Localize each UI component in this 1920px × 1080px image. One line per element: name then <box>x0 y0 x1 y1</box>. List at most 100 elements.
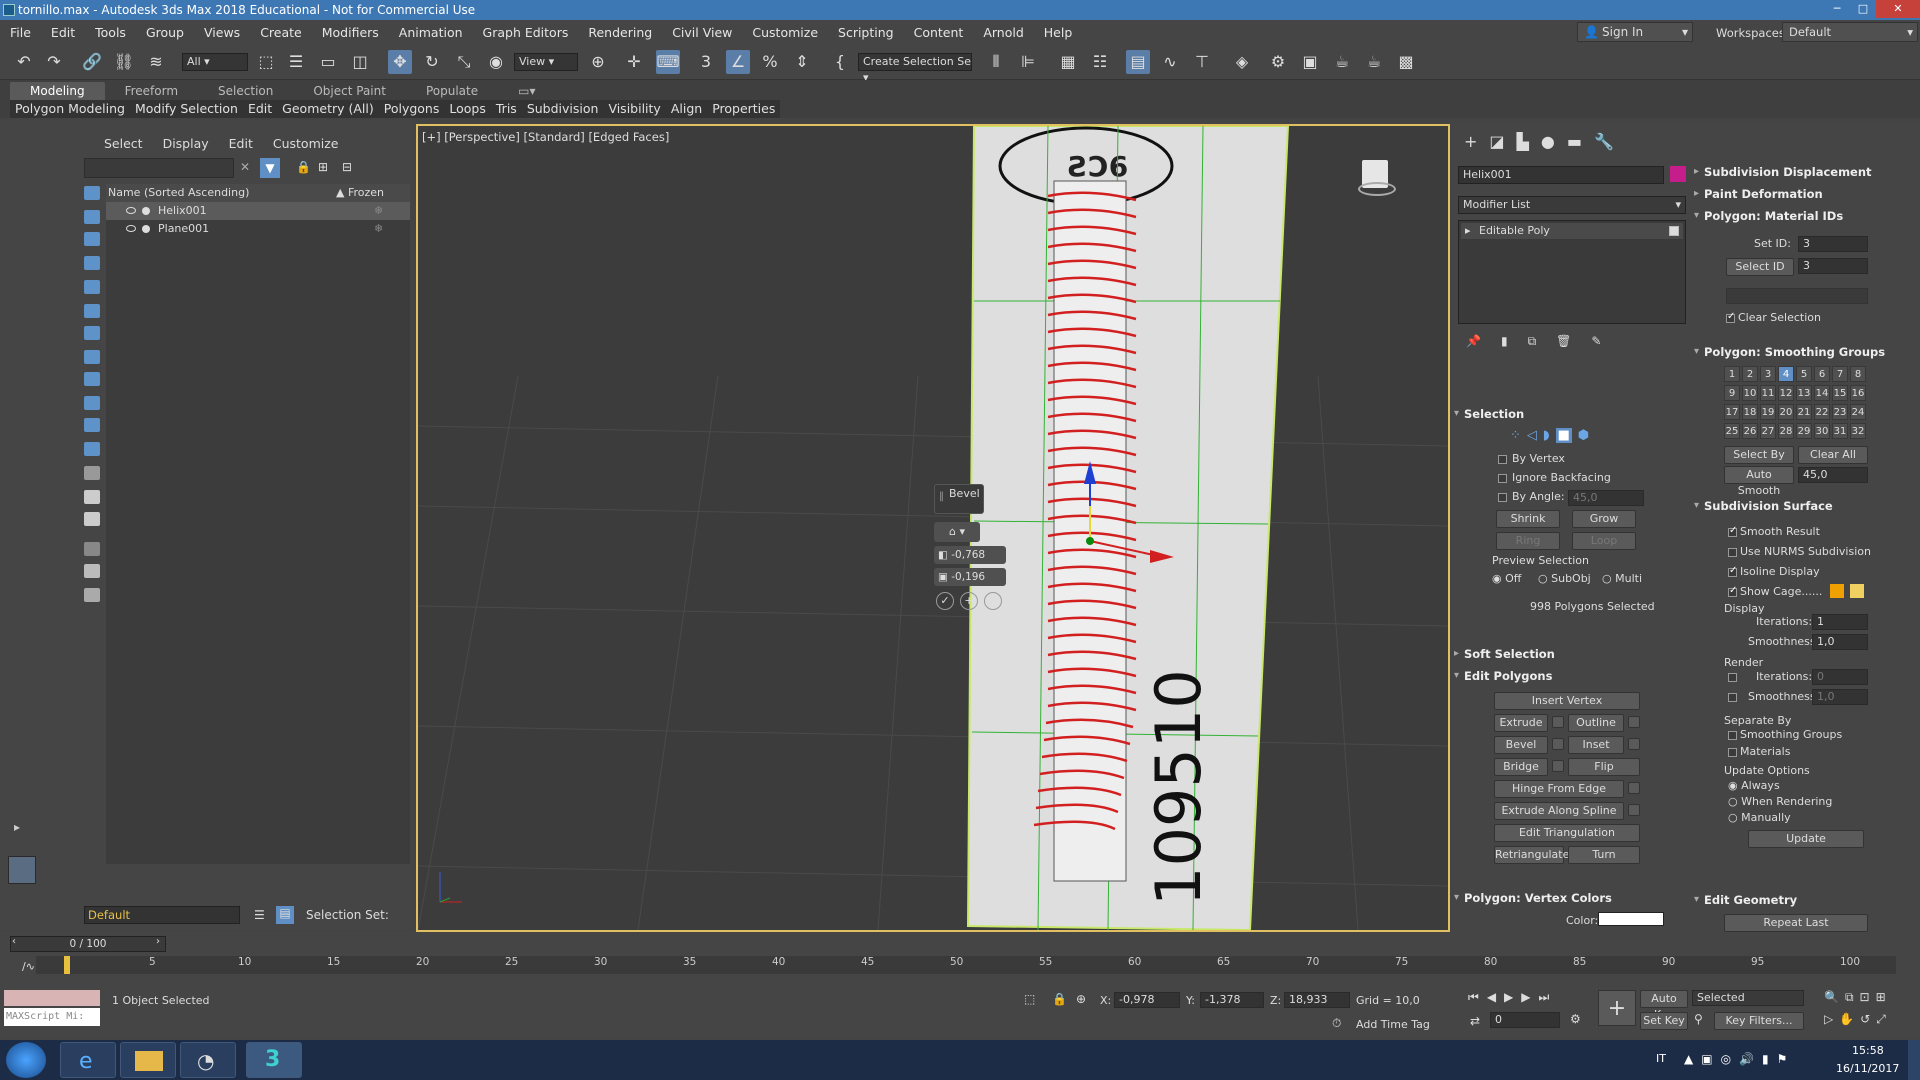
sign-in-dropdown[interactable]: 👤 Sign In ▾ <box>1577 22 1693 42</box>
bevel-outline-spinner[interactable]: ▣ -0,196 <box>934 568 1006 586</box>
object-name-field[interactable]: Helix001 <box>1458 166 1664 184</box>
hierarchy-collapse-icon[interactable]: ⊟ <box>342 160 352 174</box>
material-ids-header[interactable]: Polygon: Material IDs <box>1694 206 1916 226</box>
orbit-icon[interactable]: ↺ <box>1860 1012 1870 1027</box>
zoom-extents-icon[interactable]: ⊡ <box>1860 990 1870 1005</box>
smoothing-group-18-button[interactable]: 18 <box>1742 404 1758 420</box>
smoothing-group-31-button[interactable]: 31 <box>1832 423 1848 439</box>
viewcube-compass-ring[interactable] <box>1358 182 1396 196</box>
display-cameras-icon[interactable] <box>84 256 100 270</box>
smoothing-group-22-button[interactable]: 22 <box>1814 404 1830 420</box>
display-spacewarps-icon[interactable] <box>84 304 100 318</box>
display-iterations-spinner[interactable]: 1 <box>1812 614 1868 630</box>
3ds-max-taskbar-icon[interactable]: 3 <box>246 1042 302 1078</box>
x-coord-field[interactable]: -0,978 <box>1114 992 1180 1008</box>
edit-polygons-rollout-header[interactable]: Edit Polygons <box>1454 666 1690 686</box>
next-frame-icon[interactable]: ▶ <box>1521 990 1530 1005</box>
prev-frame-icon[interactable]: ‹ <box>12 936 16 947</box>
edit-triangulation-button[interactable]: Edit Triangulation <box>1494 824 1640 842</box>
menu-arnold[interactable]: Arnold <box>973 25 1033 40</box>
element-mode-icon[interactable]: ⬢ <box>1578 428 1589 443</box>
smoothing-group-1-button[interactable]: 1 <box>1724 366 1740 382</box>
bind-spacewarp-icon[interactable]: ≋ <box>144 50 168 74</box>
workspace-select[interactable]: Default ▾ <box>1782 22 1918 42</box>
scene-menu-edit[interactable]: Edit <box>219 136 263 151</box>
curve-editor-icon[interactable]: ∿ <box>1158 50 1182 74</box>
display-frozen-icon[interactable] <box>84 418 100 432</box>
media-player-icon[interactable]: ◔ <box>180 1042 236 1078</box>
link-icon[interactable]: 🔗 <box>80 50 104 74</box>
maximize-button[interactable]: □ <box>1850 0 1876 18</box>
repeat-last-button[interactable]: Repeat Last <box>1724 914 1868 932</box>
clock-time[interactable]: 15:58 <box>1852 1044 1884 1057</box>
align-icon[interactable]: ⊫ <box>1016 50 1040 74</box>
smoothing-group-14-button[interactable]: 14 <box>1814 385 1830 401</box>
display-none-icon[interactable] <box>84 490 100 504</box>
smoothing-group-2-button[interactable]: 2 <box>1742 366 1758 382</box>
layer-select[interactable]: Default <box>84 906 240 924</box>
auto-smooth-button[interactable]: Auto Smooth <box>1724 466 1794 497</box>
scene-search-input[interactable] <box>84 158 234 178</box>
bevel-type-select[interactable]: ⌂ ▾ <box>934 522 980 542</box>
pan-view-icon[interactable]: ✋ <box>1839 1012 1854 1027</box>
selection-filter-select[interactable]: All ▾ <box>182 53 248 71</box>
display-bones-icon[interactable] <box>84 372 100 386</box>
display-containers-icon[interactable] <box>84 396 100 410</box>
ribbon-tab-populate[interactable]: Populate <box>406 82 498 100</box>
ribbon-options-icon[interactable]: ▭▾ <box>498 82 555 100</box>
extrude-button[interactable]: Extrude <box>1494 714 1548 732</box>
y-coord-field[interactable]: -1,378 <box>1200 992 1264 1008</box>
render-iterations-checkbox[interactable] <box>1728 673 1737 682</box>
display-geometry-icon[interactable] <box>84 186 100 200</box>
maxscript-mini-listener[interactable]: MAXScript Mi: <box>4 1008 100 1026</box>
gizmo-center[interactable] <box>1086 537 1094 545</box>
named-selection-set-select[interactable]: Create Selection Se ▾ <box>858 53 972 84</box>
ribbon-tab-modeling[interactable]: Modeling <box>10 82 105 100</box>
expand-triangle-icon[interactable]: ▸ <box>1465 223 1471 239</box>
insert-vertex-button[interactable]: Insert Vertex <box>1494 692 1640 710</box>
percent-snap-icon[interactable]: % <box>758 50 782 74</box>
display-helpers-icon[interactable] <box>84 280 100 294</box>
current-frame-marker[interactable] <box>64 956 70 974</box>
hinge-from-edge-button[interactable]: Hinge From Edge <box>1494 780 1624 798</box>
select-object-icon[interactable]: ⬚ <box>254 50 278 74</box>
minimize-button[interactable]: ─ <box>1824 0 1850 18</box>
menu-file[interactable]: File <box>0 25 41 40</box>
by-angle-checkbox[interactable] <box>1498 493 1507 502</box>
scale-icon[interactable]: ⤡ <box>452 50 476 74</box>
selection-sets-icon[interactable] <box>84 588 100 602</box>
tray-power-icon[interactable]: ▮ <box>1762 1052 1769 1066</box>
cage-color-1-swatch[interactable] <box>1830 584 1844 598</box>
sync-selection-icon[interactable] <box>84 542 100 556</box>
auto-key-button[interactable]: Auto Key <box>1640 990 1688 1021</box>
render-smoothness-spinner[interactable]: 1,0 <box>1812 689 1868 705</box>
ribbon-geometry-all[interactable]: Geometry (All) <box>277 100 379 118</box>
ribbon-tab-object-paint[interactable]: Object Paint <box>293 82 406 100</box>
column-frozen-header[interactable]: ▲ Frozen <box>336 184 384 202</box>
zoom-all-icon[interactable]: ⧉ <box>1845 990 1854 1005</box>
subdivision-surface-header[interactable]: Subdivision Surface <box>1694 496 1916 516</box>
play-icon[interactable]: ▶ <box>1504 990 1513 1005</box>
select-by-sg-button[interactable]: Select By SG <box>1724 446 1794 477</box>
smoothing-group-20-button[interactable]: 20 <box>1778 404 1794 420</box>
ribbon-modify-selection[interactable]: Modify Selection <box>130 100 243 118</box>
update-always-radio[interactable]: ◉ Always <box>1728 779 1780 792</box>
spinner-snap-icon[interactable]: ⇕ <box>790 50 814 74</box>
stack-item-toggle[interactable] <box>1669 226 1679 236</box>
auto-smooth-spinner[interactable]: 45,0 <box>1798 467 1868 483</box>
menu-edit[interactable]: Edit <box>41 25 85 40</box>
scene-menu-customize[interactable]: Customize <box>263 136 349 151</box>
curve-editor-toggle-icon[interactable]: ∕∿ <box>22 960 35 973</box>
absolute-mode-icon[interactable]: ⊕ <box>1076 992 1086 1006</box>
smoothing-group-21-button[interactable]: 21 <box>1796 404 1812 420</box>
smoothing-group-13-button[interactable]: 13 <box>1796 385 1812 401</box>
ribbon-polygon-modeling[interactable]: Polygon Modeling <box>10 100 130 118</box>
smoothing-group-8-button[interactable]: 8 <box>1850 366 1866 382</box>
tray-app-icon[interactable]: ▣ <box>1701 1052 1712 1066</box>
menu-modifiers[interactable]: Modifiers <box>312 25 389 40</box>
render-iterations-spinner[interactable]: 0 <box>1812 669 1868 685</box>
angle-snap-icon[interactable]: ∠ <box>726 50 750 74</box>
menu-graph-editors[interactable]: Graph Editors <box>473 25 579 40</box>
retriangulate-button[interactable]: Retriangulate <box>1494 846 1569 864</box>
go-to-end-icon[interactable]: ⏭ <box>1539 990 1550 1005</box>
